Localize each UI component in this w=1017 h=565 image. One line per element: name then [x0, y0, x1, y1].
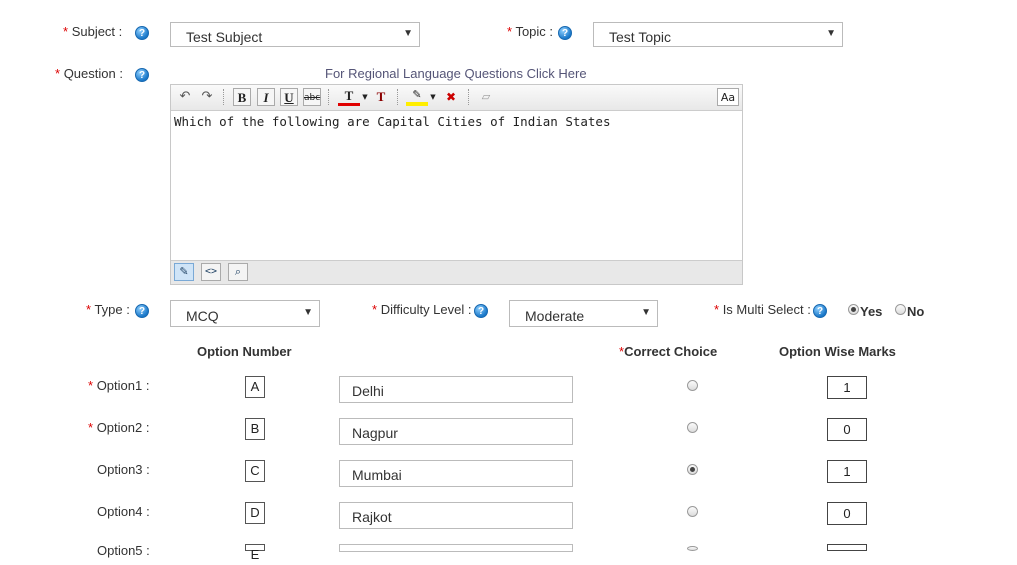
preview-icon[interactable]: ⌕ — [228, 263, 248, 281]
correct-choice-radio[interactable] — [687, 506, 698, 517]
multi-select-yes-radio[interactable] — [848, 304, 859, 315]
remove-highlight-icon[interactable]: ✖ — [442, 88, 460, 106]
multi-select-label: * Is Multi Select : — [714, 302, 811, 317]
option-letter: D — [245, 502, 265, 524]
eraser-icon[interactable]: ▱ — [477, 88, 495, 106]
option-marks-input[interactable]: 0 — [827, 502, 867, 525]
strikethrough-button[interactable]: abc — [303, 88, 321, 106]
difficulty-select-value: Moderate — [525, 308, 585, 324]
text-color-button[interactable]: T — [337, 88, 361, 106]
option-letter: C — [245, 460, 265, 482]
option-number-header: Option Number — [197, 344, 292, 359]
chevron-down-icon: ▼ — [403, 28, 413, 39]
option-letter: A — [245, 376, 265, 398]
option-marks-input[interactable]: 1 — [827, 460, 867, 483]
chevron-down-icon: ▼ — [826, 28, 836, 39]
highlight-dropdown-icon[interactable]: ▼ — [429, 88, 437, 106]
option-label: * Option2 : — [88, 420, 150, 435]
multi-select-no-radio[interactable] — [895, 304, 906, 315]
question-text[interactable]: Which of the following are Capital Citie… — [174, 114, 611, 129]
toolbar-separator — [397, 89, 399, 105]
topic-select-value: Test Topic — [609, 29, 671, 45]
multi-select-no-label: No — [907, 304, 925, 319]
italic-button[interactable]: I — [257, 88, 275, 106]
multi-select-help-icon[interactable]: ? — [813, 304, 827, 318]
option-text-input[interactable]: Nagpur — [339, 418, 573, 445]
question-editor[interactable]: ↶ ↷ B I U abc T ▼ T ✎ ▼ ✖ ▱ Aa Which of … — [170, 84, 743, 285]
type-select[interactable]: MCQ ▼ — [170, 300, 320, 327]
difficulty-label: * Difficulty Level : — [372, 302, 472, 317]
subject-select-value: Test Subject — [186, 29, 263, 45]
option-text-input[interactable]: Delhi — [339, 376, 573, 403]
option-wise-marks-header: Option Wise Marks — [779, 344, 896, 359]
toolbar-separator — [223, 89, 225, 105]
correct-choice-radio[interactable] — [687, 380, 698, 391]
correct-choice-radio[interactable] — [687, 422, 698, 433]
option-marks-input[interactable]: 1 — [827, 376, 867, 399]
highlight-icon[interactable]: ✎ — [405, 88, 429, 106]
difficulty-help-icon[interactable]: ? — [474, 304, 488, 318]
redo-icon[interactable]: ↷ — [198, 88, 216, 106]
undo-icon[interactable]: ↶ — [176, 88, 194, 106]
toolbar-separator — [328, 89, 330, 105]
question-help-icon[interactable]: ? — [135, 68, 149, 82]
correct-choice-radio[interactable] — [687, 546, 698, 551]
subject-label: * Subject : — [63, 24, 123, 39]
editor-toolbar: ↶ ↷ B I U abc T ▼ T ✎ ▼ ✖ ▱ Aa — [171, 85, 742, 111]
option-label: Option4 : — [97, 504, 150, 519]
text-color-bar — [338, 103, 360, 106]
option-label: Option3 : — [97, 462, 150, 477]
highlight-color-bar — [406, 102, 428, 106]
text-color-dropdown-icon[interactable]: ▼ — [361, 88, 369, 106]
underline-button[interactable]: U — [280, 88, 298, 106]
option-letter: B — [245, 418, 265, 440]
multi-select-yes-label: Yes — [860, 304, 883, 319]
topic-help-icon[interactable]: ? — [558, 26, 572, 40]
regional-language-link[interactable]: For Regional Language Questions Click He… — [325, 66, 587, 81]
chevron-down-icon: ▼ — [641, 307, 651, 318]
option-marks-input[interactable]: 0 — [827, 418, 867, 441]
html-mode-icon[interactable]: <> — [201, 263, 221, 281]
correct-choice-header: *Correct Choice — [619, 344, 718, 359]
option-marks-input[interactable] — [827, 544, 867, 551]
type-select-value: MCQ — [186, 308, 219, 324]
chevron-down-icon: ▼ — [303, 307, 313, 318]
subject-help-icon[interactable]: ? — [135, 26, 149, 40]
toolbar-separator — [468, 89, 470, 105]
topic-label: * Topic : — [507, 24, 554, 39]
topic-select[interactable]: Test Topic ▼ — [593, 22, 843, 47]
design-mode-icon[interactable]: ✎ — [174, 263, 194, 281]
option-text-input[interactable]: Mumbai — [339, 460, 573, 487]
difficulty-select[interactable]: Moderate ▼ — [509, 300, 658, 327]
remove-text-color-button[interactable]: T — [372, 88, 390, 106]
subject-select[interactable]: Test Subject ▼ — [170, 22, 420, 47]
correct-choice-radio[interactable] — [687, 464, 698, 475]
option-label: * Option1 : — [88, 378, 150, 393]
type-help-icon[interactable]: ? — [135, 304, 149, 318]
question-label: * Question : — [55, 66, 123, 81]
option-text-input[interactable]: Rajkot — [339, 502, 573, 529]
editor-mode-bar: ✎ <> ⌕ — [171, 260, 742, 284]
type-label: * Type : — [86, 302, 130, 317]
bold-button[interactable]: B — [233, 88, 251, 106]
font-size-button[interactable]: Aa — [717, 88, 739, 106]
option-letter: E — [245, 544, 265, 562]
